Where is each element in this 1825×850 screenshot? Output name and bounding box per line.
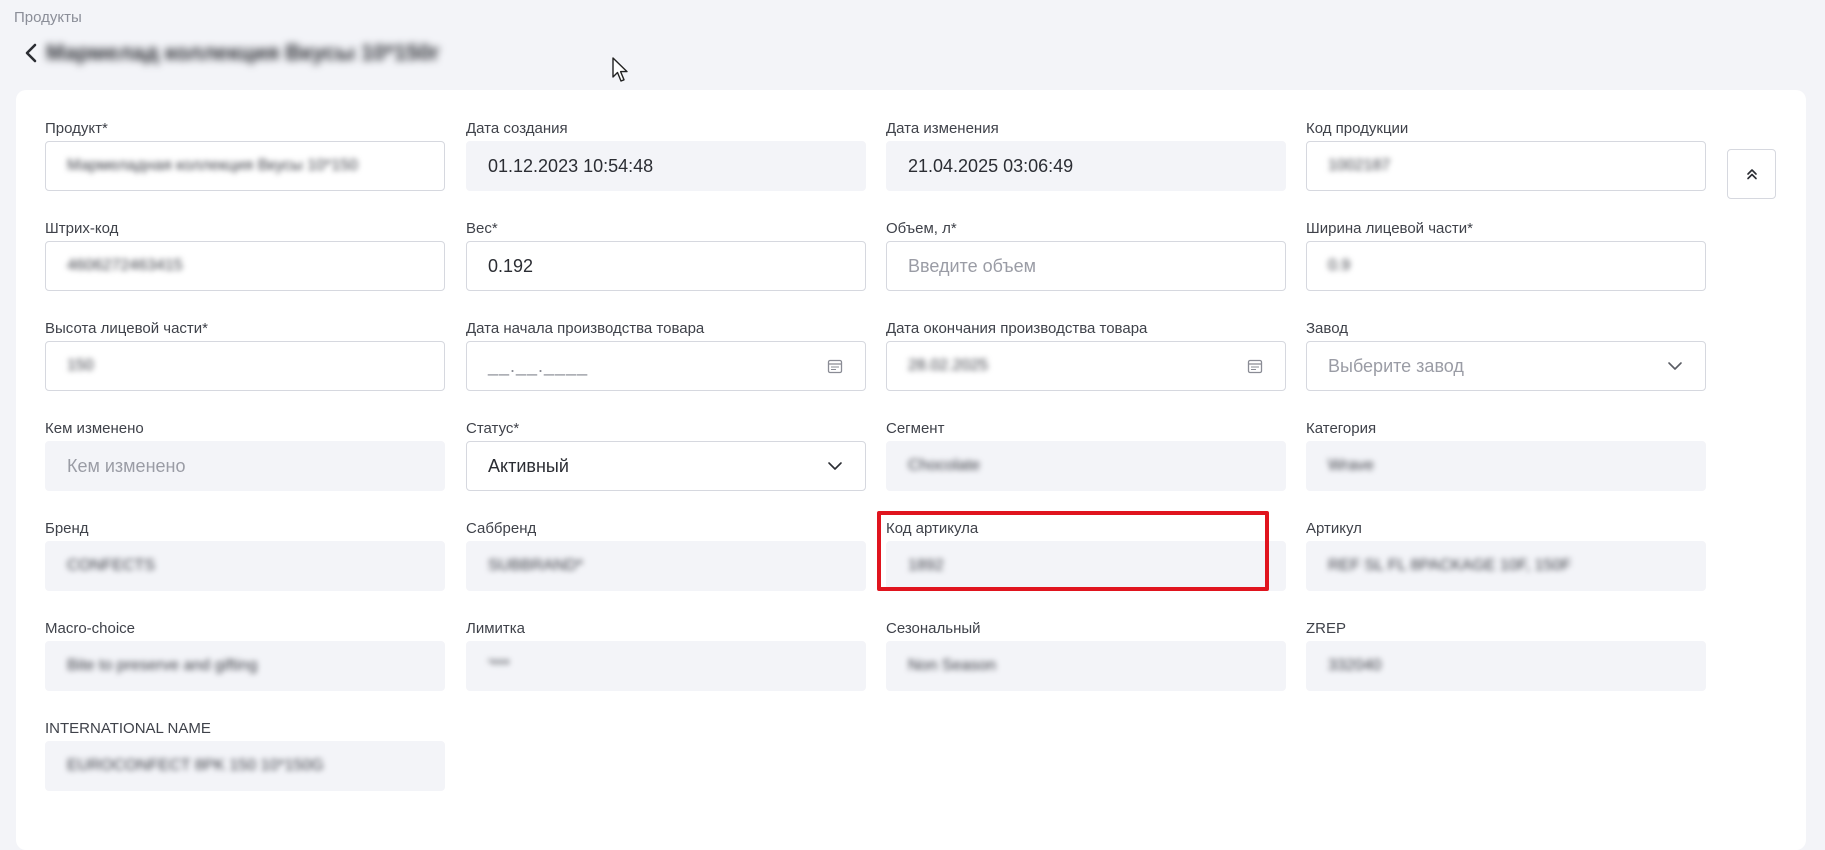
product-input[interactable]: Мармеладная коллекция Вкусы 10*150 [45, 141, 445, 191]
segment-label: Сегмент [886, 420, 945, 437]
macro-choice-label: Macro-choice [45, 620, 136, 637]
seasonal-input: Non Season [886, 641, 1286, 691]
segment-input: Chocolate [886, 441, 1286, 491]
brand-value: CONFECTS [67, 557, 155, 574]
status-value: Активный [488, 455, 569, 476]
volume-placeholder: Введите объем [908, 255, 1036, 276]
chevron-down-icon[interactable] [1667, 361, 1683, 371]
prod-end-label: Дата окончания производства товара [886, 320, 1148, 337]
face-height-value: 150 [67, 357, 94, 374]
face-width-value: 0.9 [1328, 257, 1351, 274]
chevron-left-icon [25, 43, 37, 63]
subbrand-label: Саббренд [466, 520, 537, 537]
title-row: Мармелад коллекция Вкусы 10*150г [20, 38, 440, 68]
breadcrumb[interactable]: Продукты [14, 9, 82, 26]
product-value: Мармеладная коллекция Вкусы 10*150 [67, 157, 358, 174]
status-label: Статус* [466, 420, 520, 437]
page-title: Мармелад коллекция Вкусы 10*150г [46, 40, 440, 65]
volume-label: Объем, л* [886, 220, 957, 237]
subbrand-input: SUBBRAND* [466, 541, 866, 591]
changed-by-input: Кем изменено [45, 441, 445, 491]
product-code-input[interactable]: 1002187 [1306, 141, 1706, 191]
plant-select[interactable]: Выберите завод [1306, 341, 1706, 391]
prod-start-mask: __.__.____ [488, 355, 589, 376]
created-date-label: Дата создания [466, 120, 568, 137]
modified-date-value: 21.04.2025 03:06:49 [886, 141, 1286, 191]
collapse-button[interactable] [1727, 149, 1776, 199]
product-code-value: 1002187 [1328, 157, 1391, 174]
segment-value: Chocolate [908, 457, 981, 474]
barcode-input[interactable]: 4606272463415 [45, 241, 445, 291]
article-label: Артикул [1306, 520, 1362, 537]
prod-start-input[interactable]: __.__.____ [466, 341, 866, 391]
category-label: Категория [1306, 420, 1377, 437]
mouse-cursor-icon [612, 57, 628, 82]
category-value: Wrave [1328, 457, 1374, 474]
international-name-input: EUROCONFECT 8PK 150 10*150G [45, 741, 445, 791]
double-chevron-up-icon [1746, 169, 1757, 180]
article-code-value: 1892 [908, 557, 944, 574]
article-value: REF SL FL 8PACKAGE 10F, 150F [1328, 557, 1572, 574]
changed-by-label: Кем изменено [45, 420, 144, 437]
seasonal-label: Сезональный [886, 620, 981, 637]
macro-choice-input: Bite to preserve and gifting [45, 641, 445, 691]
back-button[interactable] [20, 39, 42, 67]
prod-end-input[interactable]: 28.02.2025 [886, 341, 1286, 391]
limitka-input: '*** [466, 641, 866, 691]
zrep-label: ZREP [1306, 620, 1347, 637]
zrep-value: 332040 [1328, 657, 1382, 674]
barcode-label: Штрих-код [45, 220, 119, 237]
brand-label: Бренд [45, 520, 89, 537]
product-form-card: Продукт* Мармеладная коллекция Вкусы 10*… [16, 90, 1806, 850]
created-date-value: 01.12.2023 10:54:48 [466, 141, 866, 191]
international-name-value: EUROCONFECT 8PK 150 10*150G [67, 757, 324, 774]
product-label: Продукт* [45, 120, 108, 137]
face-height-label: Высота лицевой части* [45, 320, 209, 337]
zrep-input: 332040 [1306, 641, 1706, 691]
plant-placeholder: Выберите завод [1328, 355, 1464, 376]
changed-by-placeholder: Кем изменено [67, 455, 186, 476]
weight-input[interactable]: 0.192 [466, 241, 866, 291]
seasonal-value: Non Season [908, 657, 997, 674]
article-code-input: 1892 [886, 541, 1286, 591]
status-select[interactable]: Активный [466, 441, 866, 491]
prod-start-label: Дата начала производства товара [466, 320, 705, 337]
weight-label: Вес* [466, 220, 498, 237]
product-code-label: Код продукции [1306, 120, 1409, 137]
calendar-icon[interactable] [1247, 358, 1263, 374]
limitka-label: Лимитка [466, 620, 526, 637]
modified-date-label: Дата изменения [886, 120, 999, 137]
macro-choice-value: Bite to preserve and gifting [67, 657, 258, 674]
barcode-value: 4606272463415 [67, 257, 183, 274]
plant-label: Завод [1306, 320, 1348, 337]
prod-end-value: 28.02.2025 [908, 357, 989, 374]
calendar-icon[interactable] [827, 358, 843, 374]
brand-input: CONFECTS [45, 541, 445, 591]
international-name-label: INTERNATIONAL NAME [45, 720, 211, 737]
article-code-label: Код артикула [886, 520, 979, 537]
face-width-input[interactable]: 0.9 [1306, 241, 1706, 291]
article-input: REF SL FL 8PACKAGE 10F, 150F [1306, 541, 1706, 591]
category-input: Wrave [1306, 441, 1706, 491]
volume-input[interactable]: Введите объем [886, 241, 1286, 291]
face-height-input[interactable]: 150 [45, 341, 445, 391]
face-width-label: Ширина лицевой части* [1306, 220, 1473, 237]
subbrand-value: SUBBRAND* [488, 557, 584, 574]
limitka-value: '*** [488, 657, 510, 674]
chevron-down-icon[interactable] [827, 461, 843, 471]
